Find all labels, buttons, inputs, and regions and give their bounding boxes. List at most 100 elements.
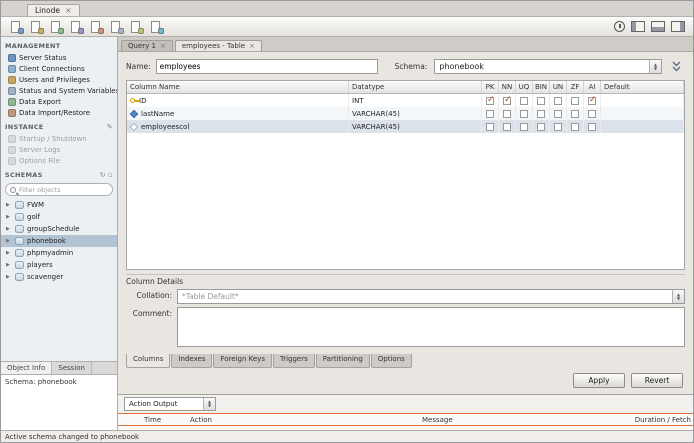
tab-partitioning[interactable]: Partitioning: [315, 354, 370, 368]
schema-item-golf[interactable]: ▶ golf: [1, 211, 117, 223]
col-header-ai[interactable]: AI: [584, 81, 601, 93]
instance-config-icon[interactable]: ✎: [107, 123, 113, 131]
sidebar-item-options-file[interactable]: Options File: [1, 155, 117, 166]
collation-select[interactable]: *Table Default* ▲ ▼: [177, 289, 685, 304]
schema-item-phpmyadmin[interactable]: ▶ phpmyadmin: [1, 247, 117, 259]
toggle-right-sidebar-icon[interactable]: [671, 21, 685, 32]
close-icon[interactable]: ×: [249, 42, 255, 50]
nn-checkbox[interactable]: [503, 122, 511, 131]
output-header-time[interactable]: Time: [140, 416, 186, 424]
connection-tab[interactable]: Linode ×: [27, 4, 80, 16]
tab-object-info[interactable]: Object Info: [1, 362, 53, 374]
stepper-icon[interactable]: ▲ ▼: [203, 398, 215, 410]
pk-checkbox[interactable]: [486, 109, 494, 118]
expander-icon[interactable]: ▶: [6, 202, 12, 208]
expander-icon[interactable]: ▶: [6, 226, 12, 232]
pk-checkbox[interactable]: [486, 95, 495, 105]
un-checkbox[interactable]: [554, 109, 562, 118]
close-icon[interactable]: ×: [65, 6, 72, 15]
column-row-id[interactable]: ID INT: [127, 94, 684, 107]
schema-select[interactable]: phonebook ▲ ▼: [434, 59, 662, 74]
expander-icon[interactable]: ▶: [6, 262, 12, 268]
output-header-action[interactable]: Action: [186, 416, 418, 424]
column-default[interactable]: [601, 94, 684, 107]
table-name-input[interactable]: [155, 59, 378, 74]
new-procedure-icon[interactable]: [109, 20, 124, 34]
column-row-lastname[interactable]: lastName VARCHAR(45): [127, 107, 684, 120]
close-icon[interactable]: ×: [160, 42, 166, 50]
ai-checkbox[interactable]: [588, 95, 597, 105]
tab-triggers[interactable]: Triggers: [272, 354, 315, 368]
col-header-datatype[interactable]: Datatype: [349, 81, 482, 93]
sidebar-item-data-import[interactable]: Data Import/Restore: [1, 107, 117, 118]
schema-item-phonebook[interactable]: ▶ phonebook: [1, 235, 117, 247]
reconnect-icon[interactable]: [149, 20, 164, 34]
un-checkbox[interactable]: [554, 122, 562, 131]
bin-checkbox[interactable]: [537, 109, 545, 118]
apply-button[interactable]: Apply: [573, 373, 625, 388]
un-checkbox[interactable]: [554, 96, 562, 105]
new-query-tab-icon[interactable]: [9, 20, 24, 34]
new-schema-icon[interactable]: [49, 20, 64, 34]
schema-item-players[interactable]: ▶ players: [1, 259, 117, 271]
tab-foreign-keys[interactable]: Foreign Keys: [213, 354, 272, 368]
sidebar-item-status-system-variables[interactable]: Status and System Variables: [1, 85, 117, 96]
tab-query-1[interactable]: Query 1 ×: [121, 40, 173, 51]
toggle-output-panel-icon[interactable]: [651, 21, 665, 32]
nn-checkbox[interactable]: [503, 95, 512, 105]
schema-filter[interactable]: [5, 183, 113, 196]
ai-checkbox[interactable]: [588, 109, 596, 118]
col-header-zf[interactable]: ZF: [567, 81, 584, 93]
nn-checkbox[interactable]: [503, 109, 511, 118]
col-header-bin[interactable]: BIN: [533, 81, 550, 93]
bin-checkbox[interactable]: [537, 96, 545, 105]
tab-columns[interactable]: Columns: [126, 354, 171, 368]
tab-indexes[interactable]: Indexes: [171, 354, 213, 368]
zf-checkbox[interactable]: [571, 109, 579, 118]
bin-checkbox[interactable]: [537, 122, 545, 131]
uq-checkbox[interactable]: [520, 96, 528, 105]
schema-item-groupschedule[interactable]: ▶ groupSchedule: [1, 223, 117, 235]
toggle-left-sidebar-icon[interactable]: [631, 21, 645, 32]
uq-checkbox[interactable]: [520, 122, 528, 131]
column-default[interactable]: [601, 107, 684, 120]
col-header-nn[interactable]: NN: [499, 81, 516, 93]
zf-checkbox[interactable]: [571, 96, 579, 105]
column-row-employeescol[interactable]: employeescol VARCHAR(45): [127, 120, 684, 133]
clock-icon[interactable]: [614, 21, 625, 32]
collapse-header-button[interactable]: [667, 60, 685, 74]
col-header-default[interactable]: Default: [601, 81, 684, 93]
sidebar-item-startup-shutdown[interactable]: Startup / Shutdown: [1, 133, 117, 144]
col-header-uq[interactable]: UQ: [516, 81, 533, 93]
ai-checkbox[interactable]: [588, 122, 596, 131]
revert-button[interactable]: Revert: [631, 373, 683, 388]
schema-item-fwm[interactable]: ▶ FWM: [1, 199, 117, 211]
sidebar-item-data-export[interactable]: Data Export: [1, 96, 117, 107]
stepper-icon[interactable]: ▲ ▼: [672, 290, 684, 303]
tab-options[interactable]: Options: [370, 354, 412, 368]
col-header-column-name[interactable]: Column Name: [127, 81, 349, 93]
sidebar-item-client-connections[interactable]: Client Connections: [1, 63, 117, 74]
comment-input[interactable]: [177, 307, 685, 347]
refresh-schemas-icon[interactable]: ↻: [100, 171, 106, 179]
output-header-duration[interactable]: Duration / Fetch: [596, 416, 693, 424]
stepper-icon[interactable]: ▲ ▼: [649, 60, 661, 73]
schema-filter-input[interactable]: [19, 185, 108, 194]
uq-checkbox[interactable]: [520, 109, 528, 118]
search-objects-icon[interactable]: [129, 20, 144, 34]
zf-checkbox[interactable]: [571, 122, 579, 131]
open-sql-script-icon[interactable]: [29, 20, 44, 34]
expander-icon[interactable]: ▶: [6, 274, 12, 280]
tab-session[interactable]: Session: [52, 362, 92, 374]
output-header-message[interactable]: Message: [418, 416, 596, 424]
col-header-pk[interactable]: PK: [482, 81, 499, 93]
column-default[interactable]: [601, 120, 684, 133]
sidebar-item-server-logs[interactable]: Server Logs: [1, 144, 117, 155]
sidebar-item-server-status[interactable]: Server Status: [1, 52, 117, 63]
schemas-options-icon[interactable]: ▫: [108, 171, 113, 179]
expander-icon[interactable]: ▶: [6, 214, 12, 220]
tab-employees-table[interactable]: employees - Table ×: [174, 40, 262, 51]
schema-item-scavenger[interactable]: ▶ scavenger: [1, 271, 117, 283]
new-table-icon[interactable]: [69, 20, 84, 34]
col-header-un[interactable]: UN: [550, 81, 567, 93]
